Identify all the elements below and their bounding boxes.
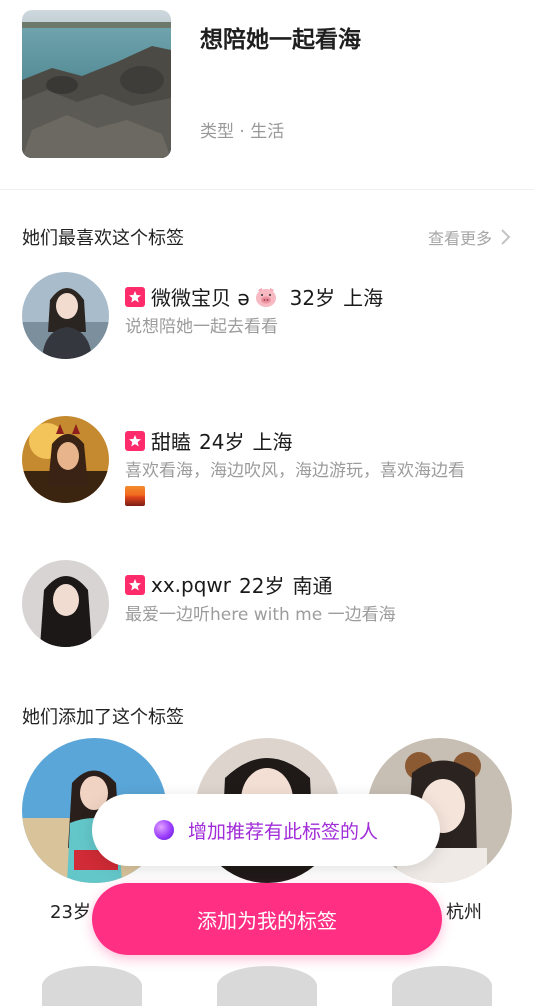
user-desc-text: 喜欢看海，海边吹风，海边游玩，喜欢海边看: [125, 461, 465, 481]
user-age: 22岁: [239, 574, 285, 598]
user-name: 甜瞌: [151, 430, 191, 454]
pig-emoji-icon: [254, 286, 278, 308]
star-badge-icon: [125, 574, 145, 595]
add-to-my-tags-button[interactable]: 添加为我的标签: [92, 883, 442, 955]
divider: [0, 189, 534, 190]
avatar[interactable]: [22, 560, 109, 647]
recommend-label: 增加推荐有此标签的人: [187, 820, 378, 843]
tag-header: 想陪她一起看海 类型 · 生活: [0, 0, 534, 190]
partial-avatar: [217, 966, 317, 1006]
user-name: xx.pqwr: [151, 572, 231, 597]
star-badge-icon: [125, 430, 145, 451]
user-age: 24岁: [199, 430, 245, 454]
tag-cover-image: [22, 10, 171, 158]
sparkle-orb-icon: [153, 820, 174, 840]
tag-title: 想陪她一起看海: [200, 27, 361, 53]
user-desc: 喜欢看海，海边吹风，海边游玩，喜欢海边看: [125, 458, 515, 506]
recommend-similar-button[interactable]: 增加推荐有此标签的人: [92, 794, 440, 866]
user-desc: 说想陪她一起去看看: [125, 317, 278, 337]
star-badge-icon: [125, 286, 145, 307]
avatar[interactable]: [22, 272, 109, 359]
partial-avatar: [42, 966, 142, 1006]
user-city: 南通: [292, 574, 333, 598]
add-button-label: 添加为我的标签: [197, 908, 337, 933]
user-city: 上海: [252, 430, 293, 454]
tag-type: 类型 · 生活: [200, 122, 285, 142]
avatar[interactable]: [22, 416, 109, 503]
user-name: 微微宝贝 ə: [151, 286, 250, 310]
see-more-label: 查看更多: [427, 229, 492, 248]
see-more-link[interactable]: 查看更多: [428, 225, 512, 249]
added-user-meta: 杭州: [446, 902, 482, 923]
favorites-section-title: 她们最喜欢这个标签: [22, 228, 184, 249]
sunset-emoji-icon: [125, 486, 145, 506]
user-city: 上海: [343, 286, 384, 310]
added-section-title: 她们添加了这个标签: [22, 707, 184, 728]
user-age: 32岁: [289, 286, 336, 310]
user-desc: 最爱一边听here with me 一边看海: [125, 605, 396, 625]
partial-avatar: [392, 966, 492, 1006]
chevron-right-icon: [498, 228, 512, 246]
added-user-meta: 23岁: [50, 902, 91, 923]
